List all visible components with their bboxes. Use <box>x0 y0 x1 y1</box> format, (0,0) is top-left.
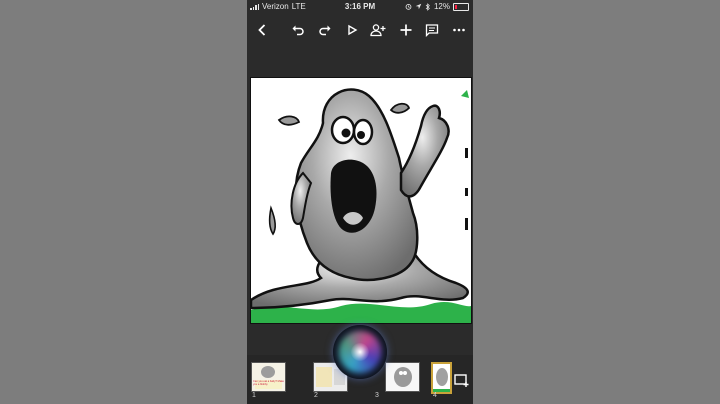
slide-thumbnail-3[interactable] <box>385 362 420 392</box>
undo-button[interactable] <box>289 21 307 39</box>
slide-number-2: 2 <box>314 392 318 399</box>
back-button[interactable] <box>253 21 271 39</box>
slide-thumbnail-1[interactable]: Can you eat a baby? Make you a blobby <box>251 362 286 392</box>
slide-thumbnail-4[interactable] <box>431 362 452 394</box>
bluetooth-icon <box>425 2 430 11</box>
present-icon <box>348 24 358 36</box>
status-right: 12% <box>405 0 469 13</box>
thumbnail-preview <box>386 363 419 391</box>
more-icon <box>453 28 465 32</box>
current-slide[interactable] <box>250 77 472 324</box>
add-person-icon <box>370 24 386 37</box>
undo-icon <box>292 25 304 36</box>
siri-orb-icon <box>333 325 387 379</box>
slide-1-caption: Can you eat a baby? Make you a blobby <box>253 380 284 386</box>
comment-icon <box>425 24 439 37</box>
location-icon <box>415 3 422 10</box>
thumbnail-preview <box>433 364 450 392</box>
add-slide-icon <box>454 374 469 387</box>
phone-screen: Verizon LTE 3:16 PM 12% Can you eat a ba… <box>247 0 473 404</box>
status-bar: Verizon LTE 3:16 PM 12% <box>247 0 473 13</box>
add-slide-button[interactable] <box>454 372 470 388</box>
back-icon <box>258 24 266 36</box>
alarm-icon <box>405 3 412 10</box>
redo-icon <box>319 25 331 36</box>
insert-button[interactable] <box>397 21 415 39</box>
slide-canvas <box>247 47 473 353</box>
slide-number-3: 3 <box>375 392 379 399</box>
blob-monster-image <box>251 88 471 323</box>
comment-button[interactable] <box>423 21 441 39</box>
thumbnail-preview <box>252 363 285 391</box>
battery-icon <box>453 2 469 11</box>
editor-toolbar <box>247 13 473 47</box>
more-button[interactable] <box>450 21 468 39</box>
battery-percent: 12% <box>433 2 450 11</box>
redo-button[interactable] <box>316 21 334 39</box>
present-button[interactable] <box>343 21 361 39</box>
add-icon <box>400 24 412 36</box>
share-button[interactable] <box>369 21 387 39</box>
slide-number-1: 1 <box>252 392 256 399</box>
slide-number-4: 4 <box>433 392 437 399</box>
